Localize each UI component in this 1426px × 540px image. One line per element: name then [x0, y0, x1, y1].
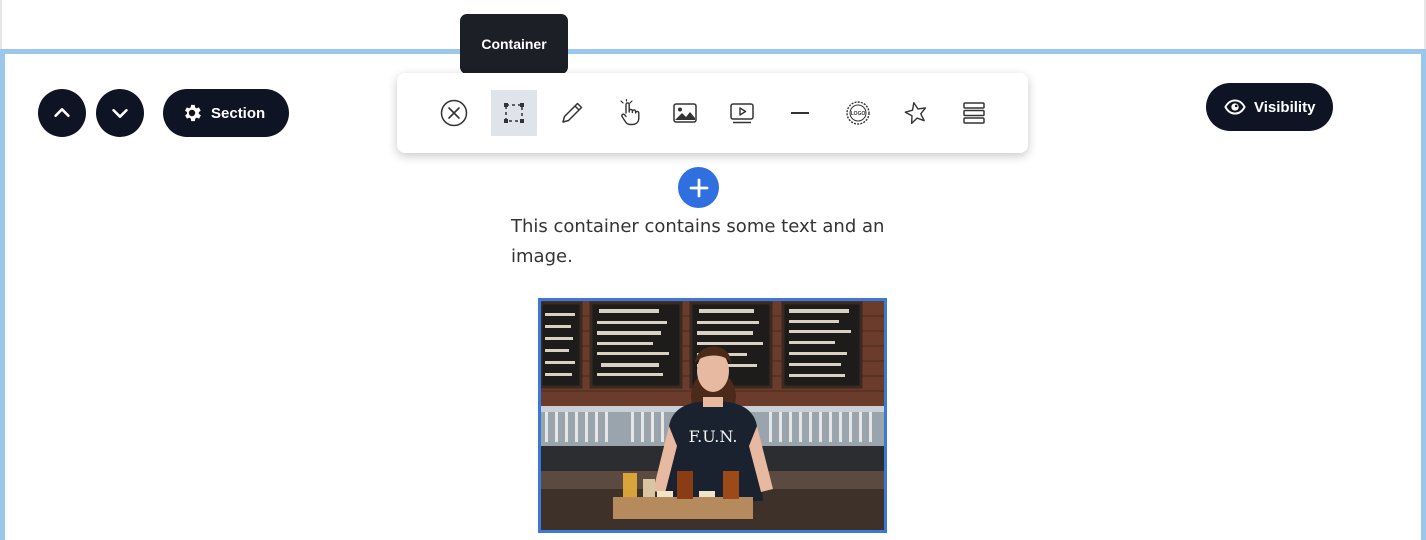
- container-image[interactable]: F.U.N.: [538, 298, 887, 533]
- video-tool-button[interactable]: [719, 90, 765, 136]
- gear-icon: [185, 104, 201, 122]
- image-icon: [673, 103, 697, 123]
- element-toolbar: LOGO: [397, 73, 1028, 153]
- container-tool-button[interactable]: [491, 90, 537, 136]
- button-tool-button[interactable]: [606, 90, 652, 136]
- previous-section: [0, 0, 1426, 50]
- visibility-label: Visibility: [1254, 98, 1316, 116]
- icon-tool-button[interactable]: [893, 90, 939, 136]
- video-icon: [730, 103, 754, 124]
- move-down-button[interactable]: [96, 89, 144, 137]
- move-up-button[interactable]: [38, 89, 86, 137]
- add-element-button[interactable]: [678, 167, 719, 208]
- star-icon: [904, 102, 927, 125]
- rows-icon: [963, 102, 985, 124]
- tooltip-text: Container: [481, 36, 547, 52]
- container-tooltip: Container: [460, 14, 568, 81]
- rows-tool-button[interactable]: [951, 90, 997, 136]
- section-settings-button[interactable]: Section: [163, 89, 290, 137]
- image-tool-button[interactable]: [662, 90, 708, 136]
- pencil-icon: [562, 102, 583, 123]
- eye-icon: [1224, 99, 1246, 115]
- divider-icon: [791, 112, 809, 114]
- plus-icon: [689, 178, 708, 197]
- container-text[interactable]: This container contains some text and an…: [511, 212, 901, 272]
- brewery-photo: F.U.N.: [541, 301, 884, 530]
- logo-badge-icon: LOGO: [846, 101, 870, 125]
- editor-canvas: Section Visibility Container LOGO This c…: [0, 0, 1426, 540]
- close-circle-icon: [440, 99, 468, 127]
- container-icon: [504, 103, 524, 123]
- close-toolbar-button[interactable]: [431, 90, 477, 136]
- logo-tool-button[interactable]: LOGO: [835, 90, 881, 136]
- chevron-down-icon: [112, 108, 128, 118]
- pointer-hand-icon: [620, 99, 640, 126]
- text-tool-button[interactable]: [549, 90, 595, 136]
- divider-tool-button[interactable]: [777, 90, 823, 136]
- visibility-button[interactable]: Visibility: [1206, 83, 1334, 131]
- section-label: Section: [211, 104, 266, 122]
- svg-text:LOGO: LOGO: [851, 111, 866, 117]
- shirt-text: F.U.N.: [689, 427, 738, 446]
- chevron-up-icon: [54, 108, 70, 118]
